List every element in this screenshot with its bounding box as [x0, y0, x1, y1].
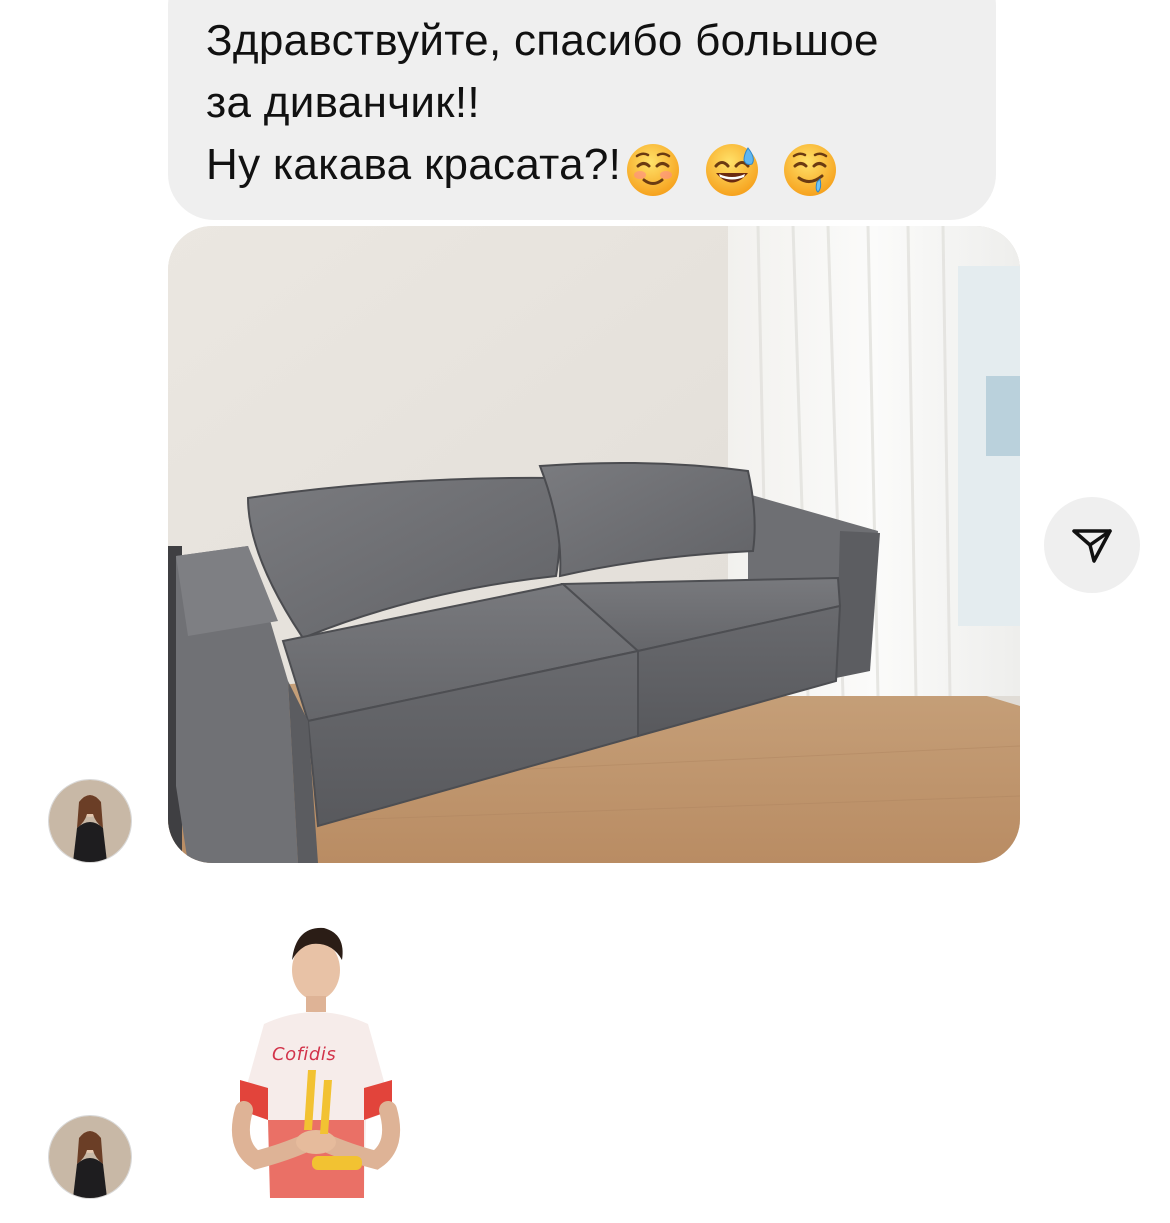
message-text: Ну какава красата?!	[206, 140, 622, 189]
incoming-message-bubble[interactable]: Здравствуйте, спасибо большое за диванчи…	[168, 0, 996, 220]
message-line-with-emojis: Ну какава красата?!	[206, 134, 960, 198]
drooling-face-icon	[784, 143, 837, 196]
sender-avatar[interactable]	[49, 1116, 131, 1198]
emoji-row	[625, 136, 848, 198]
paper-plane-icon	[1072, 529, 1112, 563]
cyclist-sticker[interactable]: Cofidis	[216, 920, 412, 1202]
smiling-face-icon	[627, 143, 680, 196]
jersey-logo-text: Cofidis	[272, 1044, 337, 1065]
profile-photo	[49, 1116, 131, 1198]
sofa-photo-message[interactable]	[168, 226, 1020, 863]
message-line: за диванчик!!	[206, 78, 480, 127]
grey-sofa-photo	[168, 226, 1020, 863]
share-button[interactable]	[1044, 497, 1140, 593]
profile-photo	[49, 780, 131, 862]
grinning-sweat-icon	[705, 143, 758, 196]
message-line: Здравствуйте, спасибо большое	[206, 16, 879, 65]
sender-avatar[interactable]	[49, 780, 131, 862]
